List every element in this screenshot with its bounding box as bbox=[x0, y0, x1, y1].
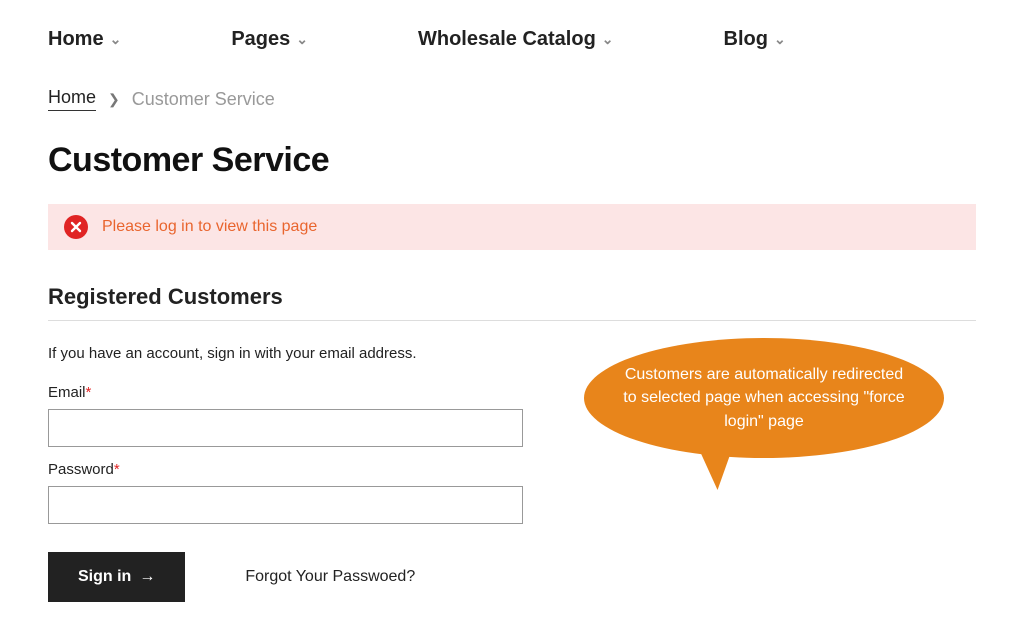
breadcrumb-current: Customer Service bbox=[132, 89, 275, 110]
required-mark: * bbox=[86, 384, 92, 401]
nav-label: Pages bbox=[231, 28, 290, 51]
button-label: Sign in bbox=[78, 568, 131, 586]
nav-pages[interactable]: Pages ⌄ bbox=[231, 28, 308, 51]
chevron-right-icon: ❯ bbox=[108, 91, 120, 108]
nav-label: Blog bbox=[724, 28, 768, 51]
close-icon bbox=[64, 215, 88, 239]
nav-blog[interactable]: Blog ⌄ bbox=[724, 28, 786, 51]
nav-home[interactable]: Home ⌄ bbox=[48, 28, 121, 51]
arrow-right-icon: → bbox=[139, 568, 155, 586]
nav-label: Home bbox=[48, 28, 104, 51]
main-nav: Home ⌄ Pages ⌄ Wholesale Catalog ⌄ Blog … bbox=[0, 0, 1024, 69]
forgot-password-link[interactable]: Forgot Your Passwoed? bbox=[245, 568, 415, 586]
section-title: Registered Customers bbox=[48, 284, 976, 321]
login-alert: Please log in to view this page bbox=[48, 204, 976, 250]
callout-bubble: Customers are automatically redirected t… bbox=[584, 338, 944, 458]
chevron-down-icon: ⌄ bbox=[296, 31, 308, 48]
required-mark: * bbox=[114, 461, 120, 478]
label-text: Email bbox=[48, 384, 86, 401]
signin-button[interactable]: Sign in → bbox=[48, 552, 185, 602]
breadcrumb-home[interactable]: Home bbox=[48, 87, 96, 111]
nav-wholesale-catalog[interactable]: Wholesale Catalog ⌄ bbox=[418, 28, 614, 51]
callout-text: Customers are automatically redirected t… bbox=[622, 363, 906, 433]
nav-label: Wholesale Catalog bbox=[418, 28, 596, 51]
annotation-callout: Customers are automatically redirected t… bbox=[584, 338, 944, 458]
chevron-down-icon: ⌄ bbox=[602, 31, 614, 48]
form-actions: Sign in → Forgot Your Passwoed? bbox=[48, 552, 976, 602]
password-label: Password* bbox=[48, 461, 976, 478]
page-title: Customer Service bbox=[48, 141, 976, 180]
alert-message: Please log in to view this page bbox=[102, 218, 317, 236]
label-text: Password bbox=[48, 461, 114, 478]
chevron-down-icon: ⌄ bbox=[110, 31, 122, 48]
password-field[interactable] bbox=[48, 486, 523, 524]
password-row: Password* bbox=[48, 461, 976, 524]
chevron-down-icon: ⌄ bbox=[774, 31, 786, 48]
email-field[interactable] bbox=[48, 409, 523, 447]
breadcrumb: Home ❯ Customer Service bbox=[48, 87, 976, 111]
